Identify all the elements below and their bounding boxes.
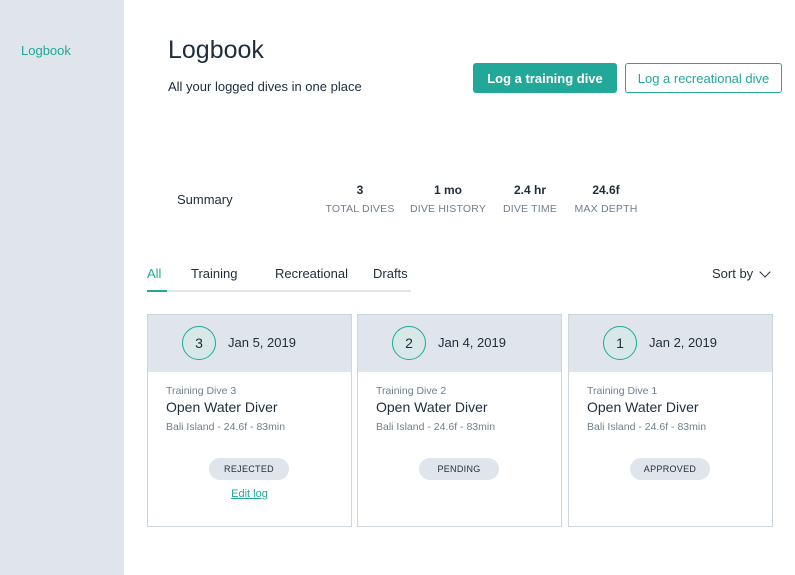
dive-type: Training Dive 3: [166, 385, 237, 397]
tab-recreational[interactable]: Recreational: [275, 266, 348, 281]
sort-label: Sort by: [712, 266, 754, 281]
dive-date: Jan 5, 2019: [228, 335, 296, 350]
stat-value: 24.6f: [592, 183, 620, 197]
dive-title: Open Water Diver: [587, 399, 699, 415]
stat-value: 1 mo: [433, 183, 462, 197]
chevron-down-icon: [759, 265, 771, 278]
dive-date: Jan 2, 2019: [649, 335, 717, 350]
sidebar: Logbook: [0, 0, 124, 575]
stat-dive-history: 1 mo DIVE HISTORY: [406, 183, 490, 215]
dive-card-header: 1 Jan 2, 2019: [569, 315, 772, 372]
status-badge: APPROVED: [630, 458, 710, 480]
dive-card-body: Training Dive 1 Open Water Diver Bali Is…: [569, 372, 772, 480]
page-subtitle: All your logged dives in one place: [168, 79, 362, 94]
dive-card[interactable]: 1 Jan 2, 2019 Training Dive 1 Open Water…: [568, 314, 773, 527]
stat-label: MAX DEPTH: [574, 203, 638, 215]
dive-number-badge: 3: [182, 326, 216, 360]
tab-drafts[interactable]: Drafts: [373, 266, 408, 281]
sidebar-item-logbook[interactable]: Logbook: [21, 43, 71, 58]
status-badge: PENDING: [419, 458, 499, 480]
stat-total-dives: 3 TOTAL DIVES: [320, 183, 400, 215]
stat-value: 3: [356, 183, 364, 197]
dive-number-badge: 1: [603, 326, 637, 360]
dive-card[interactable]: 2 Jan 4, 2019 Training Dive 2 Open Water…: [357, 314, 562, 527]
dive-meta: Bali Island - 24.6f - 83min: [376, 421, 496, 433]
dive-card-header: 3 Jan 5, 2019: [148, 315, 351, 372]
dive-type: Training Dive 2: [376, 385, 447, 397]
dive-meta: Bali Island - 24.6f - 83min: [166, 421, 286, 433]
stat-dive-time: 2.4 hr DIVE TIME: [497, 183, 563, 215]
filter-tabs: All Training Recreational Drafts: [147, 262, 411, 292]
dive-date: Jan 4, 2019: [438, 335, 506, 350]
dive-meta: Bali Island - 24.6f - 83min: [587, 421, 707, 433]
dive-card-body: Training Dive 2 Open Water Diver Bali Is…: [358, 372, 561, 480]
page-title: Logbook: [168, 36, 264, 64]
stat-label: DIVE HISTORY: [409, 203, 487, 215]
dive-number-badge: 2: [392, 326, 426, 360]
summary-label: Summary: [177, 192, 233, 207]
dive-title: Open Water Diver: [166, 399, 278, 415]
status-badge: REJECTED: [209, 458, 289, 480]
tab-training[interactable]: Training: [191, 266, 237, 281]
dive-type: Training Dive 1: [587, 385, 658, 397]
log-training-dive-button[interactable]: Log a training dive: [473, 63, 617, 93]
dive-card-body: Training Dive 3 Open Water Diver Bali Is…: [148, 372, 351, 500]
tab-all[interactable]: All: [147, 266, 161, 281]
stat-max-depth: 24.6f MAX DEPTH: [570, 183, 642, 215]
active-tab-indicator: [147, 290, 167, 292]
stat-label: TOTAL DIVES: [325, 203, 395, 215]
edit-log-link[interactable]: Edit log: [148, 488, 351, 500]
dive-card[interactable]: 3 Jan 5, 2019 Training Dive 3 Open Water…: [147, 314, 352, 527]
sort-dropdown[interactable]: Sort by: [712, 265, 771, 281]
dive-card-header: 2 Jan 4, 2019: [358, 315, 561, 372]
dive-title: Open Water Diver: [376, 399, 488, 415]
stat-label: DIVE TIME: [502, 203, 558, 215]
stat-value: 2.4 hr: [513, 183, 546, 197]
log-recreational-dive-button[interactable]: Log a recreational dive: [625, 63, 782, 93]
